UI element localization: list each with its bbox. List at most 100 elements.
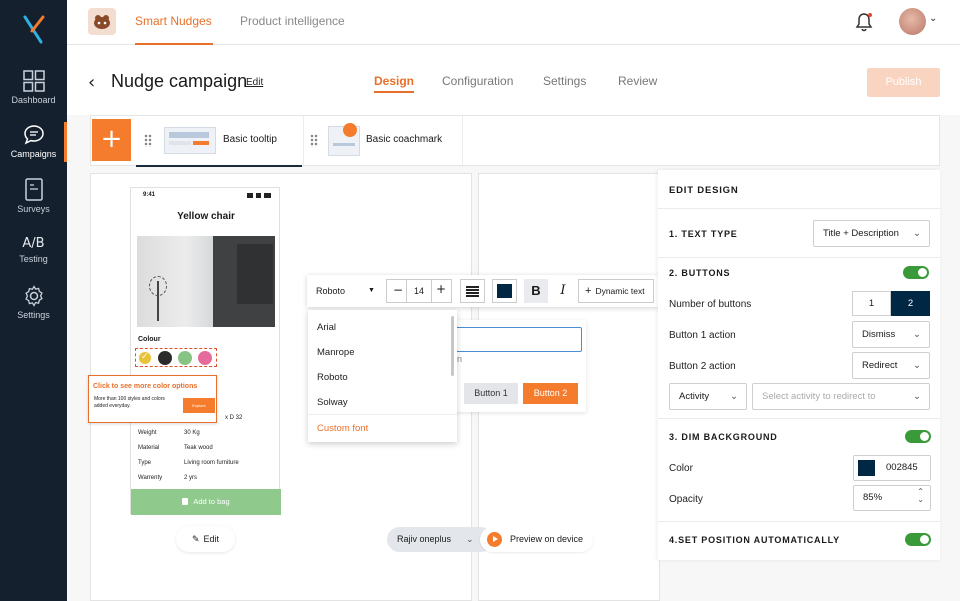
tooltip-card[interactable]: Click to see more color options More tha…: [88, 375, 217, 423]
buttons-label: 2. BUTTONS: [669, 268, 731, 278]
template-card-basic-coachmark[interactable]: Basic coachmark: [303, 116, 463, 167]
edit-label: Edit: [203, 534, 220, 544]
button-count-option-2[interactable]: 2: [891, 291, 930, 316]
custom-font-option[interactable]: Custom font: [317, 423, 368, 434]
tooltip-explore-button[interactable]: Explore: [183, 398, 215, 413]
sidebar-item-testing[interactable]: A/B Testing: [0, 236, 67, 264]
tooltip-title: Click to see more color options: [93, 383, 198, 390]
tab-design[interactable]: Design: [374, 74, 415, 93]
font-option-solway[interactable]: Solway: [317, 397, 348, 408]
caret-down-icon: ▼: [368, 287, 375, 294]
back-icon[interactable]: ‹: [88, 72, 95, 93]
spec-value: Living room furniture: [184, 460, 239, 466]
color-swatch[interactable]: [158, 351, 172, 365]
font-option-manrope[interactable]: Manrope: [317, 347, 355, 358]
grid-icon: [22, 70, 45, 92]
tab-product-intelligence[interactable]: Product intelligence: [240, 0, 345, 45]
button-count-option-1[interactable]: 1: [852, 291, 891, 316]
add-to-bag-button[interactable]: Add to bag: [131, 489, 281, 515]
color-swatch[interactable]: [178, 351, 192, 365]
product-image: [137, 236, 275, 327]
dim-background-toggle[interactable]: [905, 430, 931, 443]
opacity-value: 85%: [863, 492, 883, 503]
edit-title-link[interactable]: Edit: [246, 77, 263, 88]
tab-settings[interactable]: Settings: [543, 74, 586, 88]
dynamic-text-button[interactable]: + Dynamic text: [578, 279, 654, 303]
opacity-label: Opacity: [669, 494, 703, 505]
tab-smart-nudges[interactable]: Smart Nudges: [135, 0, 213, 45]
sidebar-item-campaigns[interactable]: Campaigns: [0, 122, 67, 162]
sidebar-item-settings[interactable]: Settings: [0, 285, 67, 320]
drag-handle-icon[interactable]: [310, 134, 318, 147]
align-left-icon[interactable]: [460, 279, 485, 303]
dim-color-value: 002845: [886, 462, 918, 473]
italic-icon[interactable]: I: [553, 279, 573, 303]
status-icons: [247, 193, 271, 198]
spec-row: Type Living room furniture: [138, 460, 268, 466]
tab-review[interactable]: Review: [618, 74, 657, 88]
preview-text-input[interactable]: [455, 327, 582, 352]
font-size-stepper[interactable]: − 14 +: [386, 279, 452, 303]
spec-key: Weight: [138, 430, 157, 436]
app-logo[interactable]: [21, 14, 47, 46]
avatar[interactable]: [899, 8, 926, 35]
status-time: 9:41: [143, 192, 156, 198]
button2-action-select[interactable]: Redirect ⌄: [852, 352, 930, 379]
tab-configuration[interactable]: Configuration: [442, 74, 513, 88]
template-label: Basic tooltip: [223, 134, 277, 145]
sidebar: Dashboard Campaigns Surveys A/B Testing …: [0, 0, 67, 601]
edit-phone-button[interactable]: ✎ Edit: [176, 526, 235, 552]
font-option-roboto[interactable]: Roboto: [317, 372, 348, 383]
preview-label: Preview on device: [510, 534, 584, 544]
sidebar-item-label: Surveys: [17, 204, 50, 214]
publish-button[interactable]: Publish: [867, 68, 940, 97]
template-card-basic-tooltip[interactable]: Basic tooltip: [136, 116, 302, 167]
bold-icon[interactable]: B: [524, 279, 548, 303]
set-position-toggle[interactable]: [905, 533, 931, 546]
preview-button-1[interactable]: Button 1: [464, 383, 518, 404]
button1-action-select[interactable]: Dismiss ⌄: [852, 321, 930, 348]
redirect-type-select[interactable]: Activity ⌄: [669, 383, 747, 410]
drag-handle-icon[interactable]: [144, 134, 152, 147]
chevron-down-icon: ⌄: [913, 391, 921, 402]
sidebar-item-surveys[interactable]: Surveys: [0, 178, 67, 214]
increase-icon[interactable]: +: [436, 282, 446, 296]
sidebar-item-label: Dashboard: [11, 95, 56, 105]
phone-preview: 9:41 Yellow chair Colour ✓ x D 32 Weight…: [130, 187, 281, 515]
activity-select[interactable]: Select activity to redirect to ⌄: [752, 383, 930, 410]
font-select[interactable]: Roboto ▼: [307, 275, 383, 307]
preview-on-device-button[interactable]: Preview on device: [480, 527, 593, 552]
panel-title: EDIT DESIGN: [669, 185, 739, 196]
spec-key: Warrenty: [138, 475, 163, 481]
sidebar-item-label: Testing: [19, 254, 48, 264]
redirect-type-value: Activity: [679, 391, 710, 402]
chevron-down-icon[interactable]: ⌄: [917, 495, 924, 504]
color-swatch[interactable]: [198, 351, 212, 365]
dropdown-scrollbar[interactable]: [451, 316, 454, 376]
spec-value: 2 yrs: [184, 475, 198, 481]
sidebar-item-label: Settings: [17, 310, 50, 320]
text-color-picker[interactable]: [492, 279, 517, 303]
font-size-value[interactable]: 14: [406, 280, 432, 302]
sidebar-item-dashboard[interactable]: Dashboard: [0, 70, 67, 105]
text-type-select[interactable]: Title + Description ⌄: [813, 220, 930, 247]
product-title: Yellow chair: [177, 211, 235, 222]
font-option-arial[interactable]: Arial: [317, 322, 336, 333]
buttons-toggle[interactable]: [903, 266, 929, 279]
spec-row: Weight 30 Kg: [138, 430, 268, 436]
dim-color-input[interactable]: 002845: [853, 455, 931, 481]
color-swatch[interactable]: ✓: [138, 351, 152, 365]
opacity-stepper[interactable]: 85% ⌃ ⌄: [853, 485, 931, 511]
add-template-button[interactable]: +: [92, 119, 131, 161]
preview-button-2[interactable]: Button 2: [523, 383, 578, 404]
device-select[interactable]: Rajiv oneplus ⌄: [387, 527, 493, 552]
decrease-icon[interactable]: −: [393, 283, 403, 297]
spec-row: Warrenty 2 yrs: [138, 475, 268, 481]
spec-key: Type: [138, 460, 152, 466]
chevron-down-icon[interactable]: ⌄: [929, 13, 937, 24]
set-position-label: 4.SET POSITION AUTOMATICALLY: [669, 535, 840, 545]
chevron-down-icon: ⌄: [730, 391, 738, 402]
text-format-toolbar: Roboto ▼ − 14 + B I + Dynamic text: [307, 275, 658, 307]
bell-icon[interactable]: [855, 12, 873, 32]
preview-card: n Button 1 Button 2: [455, 320, 586, 412]
